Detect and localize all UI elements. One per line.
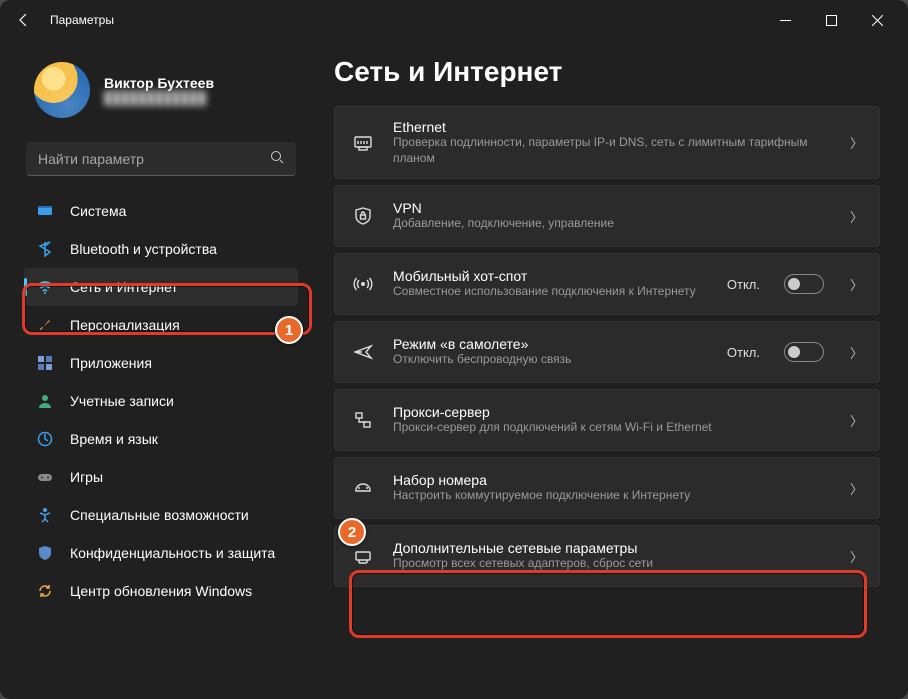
card-title: Режим «в самолете»	[393, 336, 709, 352]
card-title: Прокси-сервер	[393, 404, 832, 420]
chevron-right-icon: 〉	[850, 133, 863, 152]
user-name: Виктор Бухтеев	[104, 75, 214, 91]
chevron-right-icon: 〉	[850, 207, 863, 226]
toggle-status: Откл.	[727, 345, 760, 360]
annotation-badge-1: 1	[275, 316, 303, 344]
card-ethernet[interactable]: Ethernet Проверка подлинности, параметры…	[334, 106, 880, 179]
toggle-status: Откл.	[727, 277, 760, 292]
apps-icon	[36, 354, 54, 372]
network-adapter-icon	[351, 546, 375, 566]
sidebar-item-network[interactable]: Сеть и Интернет	[24, 268, 298, 306]
sidebar-item-accounts[interactable]: Учетные записи	[24, 382, 298, 420]
sidebar-item-label: Центр обновления Windows	[70, 583, 252, 599]
sidebar-item-system[interactable]: Система	[24, 192, 298, 230]
arrow-left-icon	[16, 12, 32, 28]
globe-clock-icon	[36, 430, 54, 448]
proxy-icon	[351, 410, 375, 430]
card-subtitle: Проверка подлинности, параметры IP-и DNS…	[393, 135, 832, 166]
sidebar-item-label: Система	[70, 203, 126, 219]
sidebar-item-time-language[interactable]: Время и язык	[24, 420, 298, 458]
card-subtitle: Прокси-сервер для подключений к сетям Wi…	[393, 420, 832, 436]
person-icon	[36, 392, 54, 410]
avatar	[34, 62, 90, 118]
card-dialup[interactable]: Набор номера Настроить коммутируемое под…	[334, 457, 880, 519]
back-button[interactable]	[8, 4, 40, 36]
search-icon	[270, 150, 284, 167]
minimize-button[interactable]	[762, 4, 808, 36]
annotation-badge-2: 2	[338, 518, 366, 546]
sidebar-item-label: Специальные возможности	[70, 507, 249, 523]
hotspot-icon	[351, 274, 375, 294]
titlebar: Параметры	[0, 0, 908, 40]
search-input[interactable]	[38, 151, 270, 167]
card-subtitle: Совместное использование подключения к И…	[393, 284, 709, 300]
chevron-right-icon: 〉	[850, 275, 863, 294]
page-title: Сеть и Интернет	[334, 56, 880, 88]
sidebar-item-label: Сеть и Интернет	[70, 279, 178, 295]
sidebar-item-gaming[interactable]: Игры	[24, 458, 298, 496]
chevron-right-icon: 〉	[850, 479, 863, 498]
gamepad-icon	[36, 468, 54, 486]
card-proxy[interactable]: Прокси-сервер Прокси-сервер для подключе…	[334, 389, 880, 451]
sidebar-item-bluetooth[interactable]: Bluetooth и устройства	[24, 230, 298, 268]
card-title: Набор номера	[393, 472, 832, 488]
chevron-right-icon: 〉	[850, 411, 863, 430]
card-title: VPN	[393, 200, 832, 216]
card-title: Мобильный хот-спот	[393, 268, 709, 284]
main-content: Сеть и Интернет Ethernet Проверка подлин…	[310, 40, 908, 699]
sidebar-item-label: Персонализация	[70, 317, 180, 333]
sidebar-item-label: Время и язык	[70, 431, 158, 447]
window-title: Параметры	[50, 13, 114, 27]
sidebar-item-label: Bluetooth и устройства	[70, 241, 217, 257]
settings-window: Параметры Виктор Бухтеев ████████████	[0, 0, 908, 699]
hotspot-toggle[interactable]	[784, 274, 824, 294]
card-subtitle: Просмотр всех сетевых адаптеров, сброс с…	[393, 556, 832, 572]
card-subtitle: Настроить коммутируемое подключение к Ин…	[393, 488, 832, 504]
bluetooth-icon	[36, 240, 54, 258]
sidebar-item-accessibility[interactable]: Специальные возможности	[24, 496, 298, 534]
sidebar-item-label: Конфиденциальность и защита	[70, 545, 275, 561]
airplane-toggle[interactable]	[784, 342, 824, 362]
search-box[interactable]	[26, 142, 296, 176]
profile-block[interactable]: Виктор Бухтеев ████████████	[24, 40, 298, 136]
accessibility-icon	[36, 506, 54, 524]
sidebar: Виктор Бухтеев ████████████ Система Blue…	[0, 40, 310, 699]
airplane-icon	[351, 342, 375, 362]
card-hotspot[interactable]: Мобильный хот-спот Совместное использова…	[334, 253, 880, 315]
close-button[interactable]	[854, 4, 900, 36]
nav-list: Система Bluetooth и устройства Сеть и Ин…	[24, 192, 298, 610]
phone-icon	[351, 478, 375, 498]
ethernet-icon	[351, 133, 375, 153]
card-subtitle: Добавление, подключение, управление	[393, 216, 832, 232]
card-subtitle: Отключить беспроводную связь	[393, 352, 709, 368]
sidebar-item-apps[interactable]: Приложения	[24, 344, 298, 382]
card-vpn[interactable]: VPN Добавление, подключение, управление …	[334, 185, 880, 247]
sidebar-item-label: Приложения	[70, 355, 152, 371]
update-icon	[36, 582, 54, 600]
card-title: Ethernet	[393, 119, 832, 135]
display-icon	[36, 202, 54, 220]
sidebar-item-windows-update[interactable]: Центр обновления Windows	[24, 572, 298, 610]
shield-lock-icon	[351, 206, 375, 226]
maximize-button[interactable]	[808, 4, 854, 36]
sidebar-item-label: Игры	[70, 469, 103, 485]
wifi-icon	[36, 278, 54, 296]
brush-icon	[36, 316, 54, 334]
user-email: ████████████	[104, 91, 214, 105]
sidebar-item-label: Учетные записи	[70, 393, 174, 409]
chevron-right-icon: 〉	[850, 547, 863, 566]
shield-icon	[36, 544, 54, 562]
window-controls	[762, 4, 900, 36]
sidebar-item-privacy[interactable]: Конфиденциальность и защита	[24, 534, 298, 572]
card-title: Дополнительные сетевые параметры	[393, 540, 832, 556]
card-advanced-network[interactable]: Дополнительные сетевые параметры Просмот…	[334, 525, 880, 587]
sidebar-item-personalization[interactable]: Персонализация	[24, 306, 298, 344]
card-airplane[interactable]: Режим «в самолете» Отключить беспроводну…	[334, 321, 880, 383]
chevron-right-icon: 〉	[850, 343, 863, 362]
